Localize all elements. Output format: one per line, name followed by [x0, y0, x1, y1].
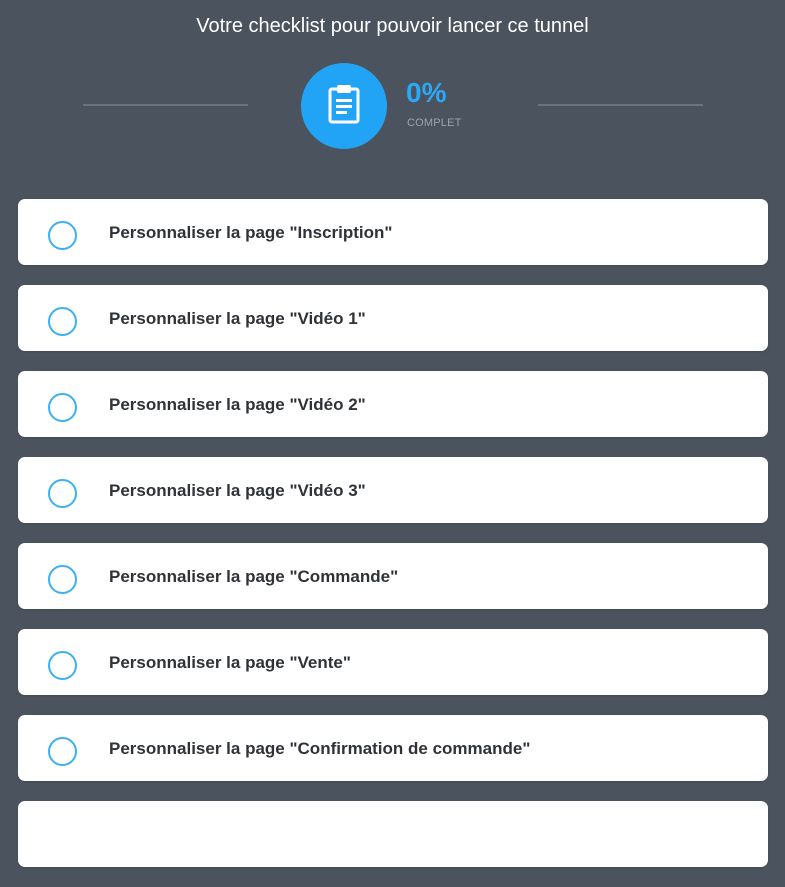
- checklist-item-label: Personnaliser la page "Inscription": [109, 223, 393, 242]
- divider-left: [83, 104, 248, 106]
- checkbox-circle-icon[interactable]: [48, 737, 77, 766]
- checklist-item[interactable]: Personnaliser la page "Vidéo 3": [18, 457, 768, 523]
- checkbox-circle-icon[interactable]: [48, 393, 77, 422]
- progress-badge: [301, 63, 387, 149]
- checklist: Personnaliser la page "Inscription" Pers…: [18, 199, 768, 887]
- checklist-item-partial[interactable]: [18, 801, 768, 867]
- checkbox-circle-icon[interactable]: [48, 651, 77, 680]
- progress-percent: 0%: [406, 77, 447, 108]
- checklist-item-label: Personnaliser la page "Vidéo 2": [109, 395, 366, 414]
- checklist-item[interactable]: Personnaliser la page "Confirmation de c…: [18, 715, 768, 781]
- clipboard-icon: [327, 84, 361, 129]
- checklist-item[interactable]: Personnaliser la page "Vente": [18, 629, 768, 695]
- divider-right: [538, 104, 703, 106]
- progress-label: COMPLET: [407, 117, 462, 129]
- checkbox-circle-icon[interactable]: [48, 565, 77, 594]
- checkbox-circle-icon[interactable]: [48, 479, 77, 508]
- checkbox-circle-icon[interactable]: [48, 307, 77, 336]
- checklist-item[interactable]: Personnaliser la page "Inscription": [18, 199, 768, 265]
- checkbox-circle-icon[interactable]: [48, 221, 77, 250]
- checklist-item-label: Personnaliser la page "Commande": [109, 567, 399, 586]
- checklist-item[interactable]: Personnaliser la page "Vidéo 1": [18, 285, 768, 351]
- checklist-item-label: Personnaliser la page "Vente": [109, 653, 351, 672]
- checklist-item-label: Personnaliser la page "Vidéo 3": [109, 481, 366, 500]
- checklist-item-label: Personnaliser la page "Confirmation de c…: [109, 739, 531, 758]
- checklist-item[interactable]: Personnaliser la page "Vidéo 2": [18, 371, 768, 437]
- checklist-item[interactable]: Personnaliser la page "Commande": [18, 543, 768, 609]
- checklist-item-label: Personnaliser la page "Vidéo 1": [109, 309, 366, 328]
- checklist-title: Votre checklist pour pouvoir lancer ce t…: [196, 15, 589, 37]
